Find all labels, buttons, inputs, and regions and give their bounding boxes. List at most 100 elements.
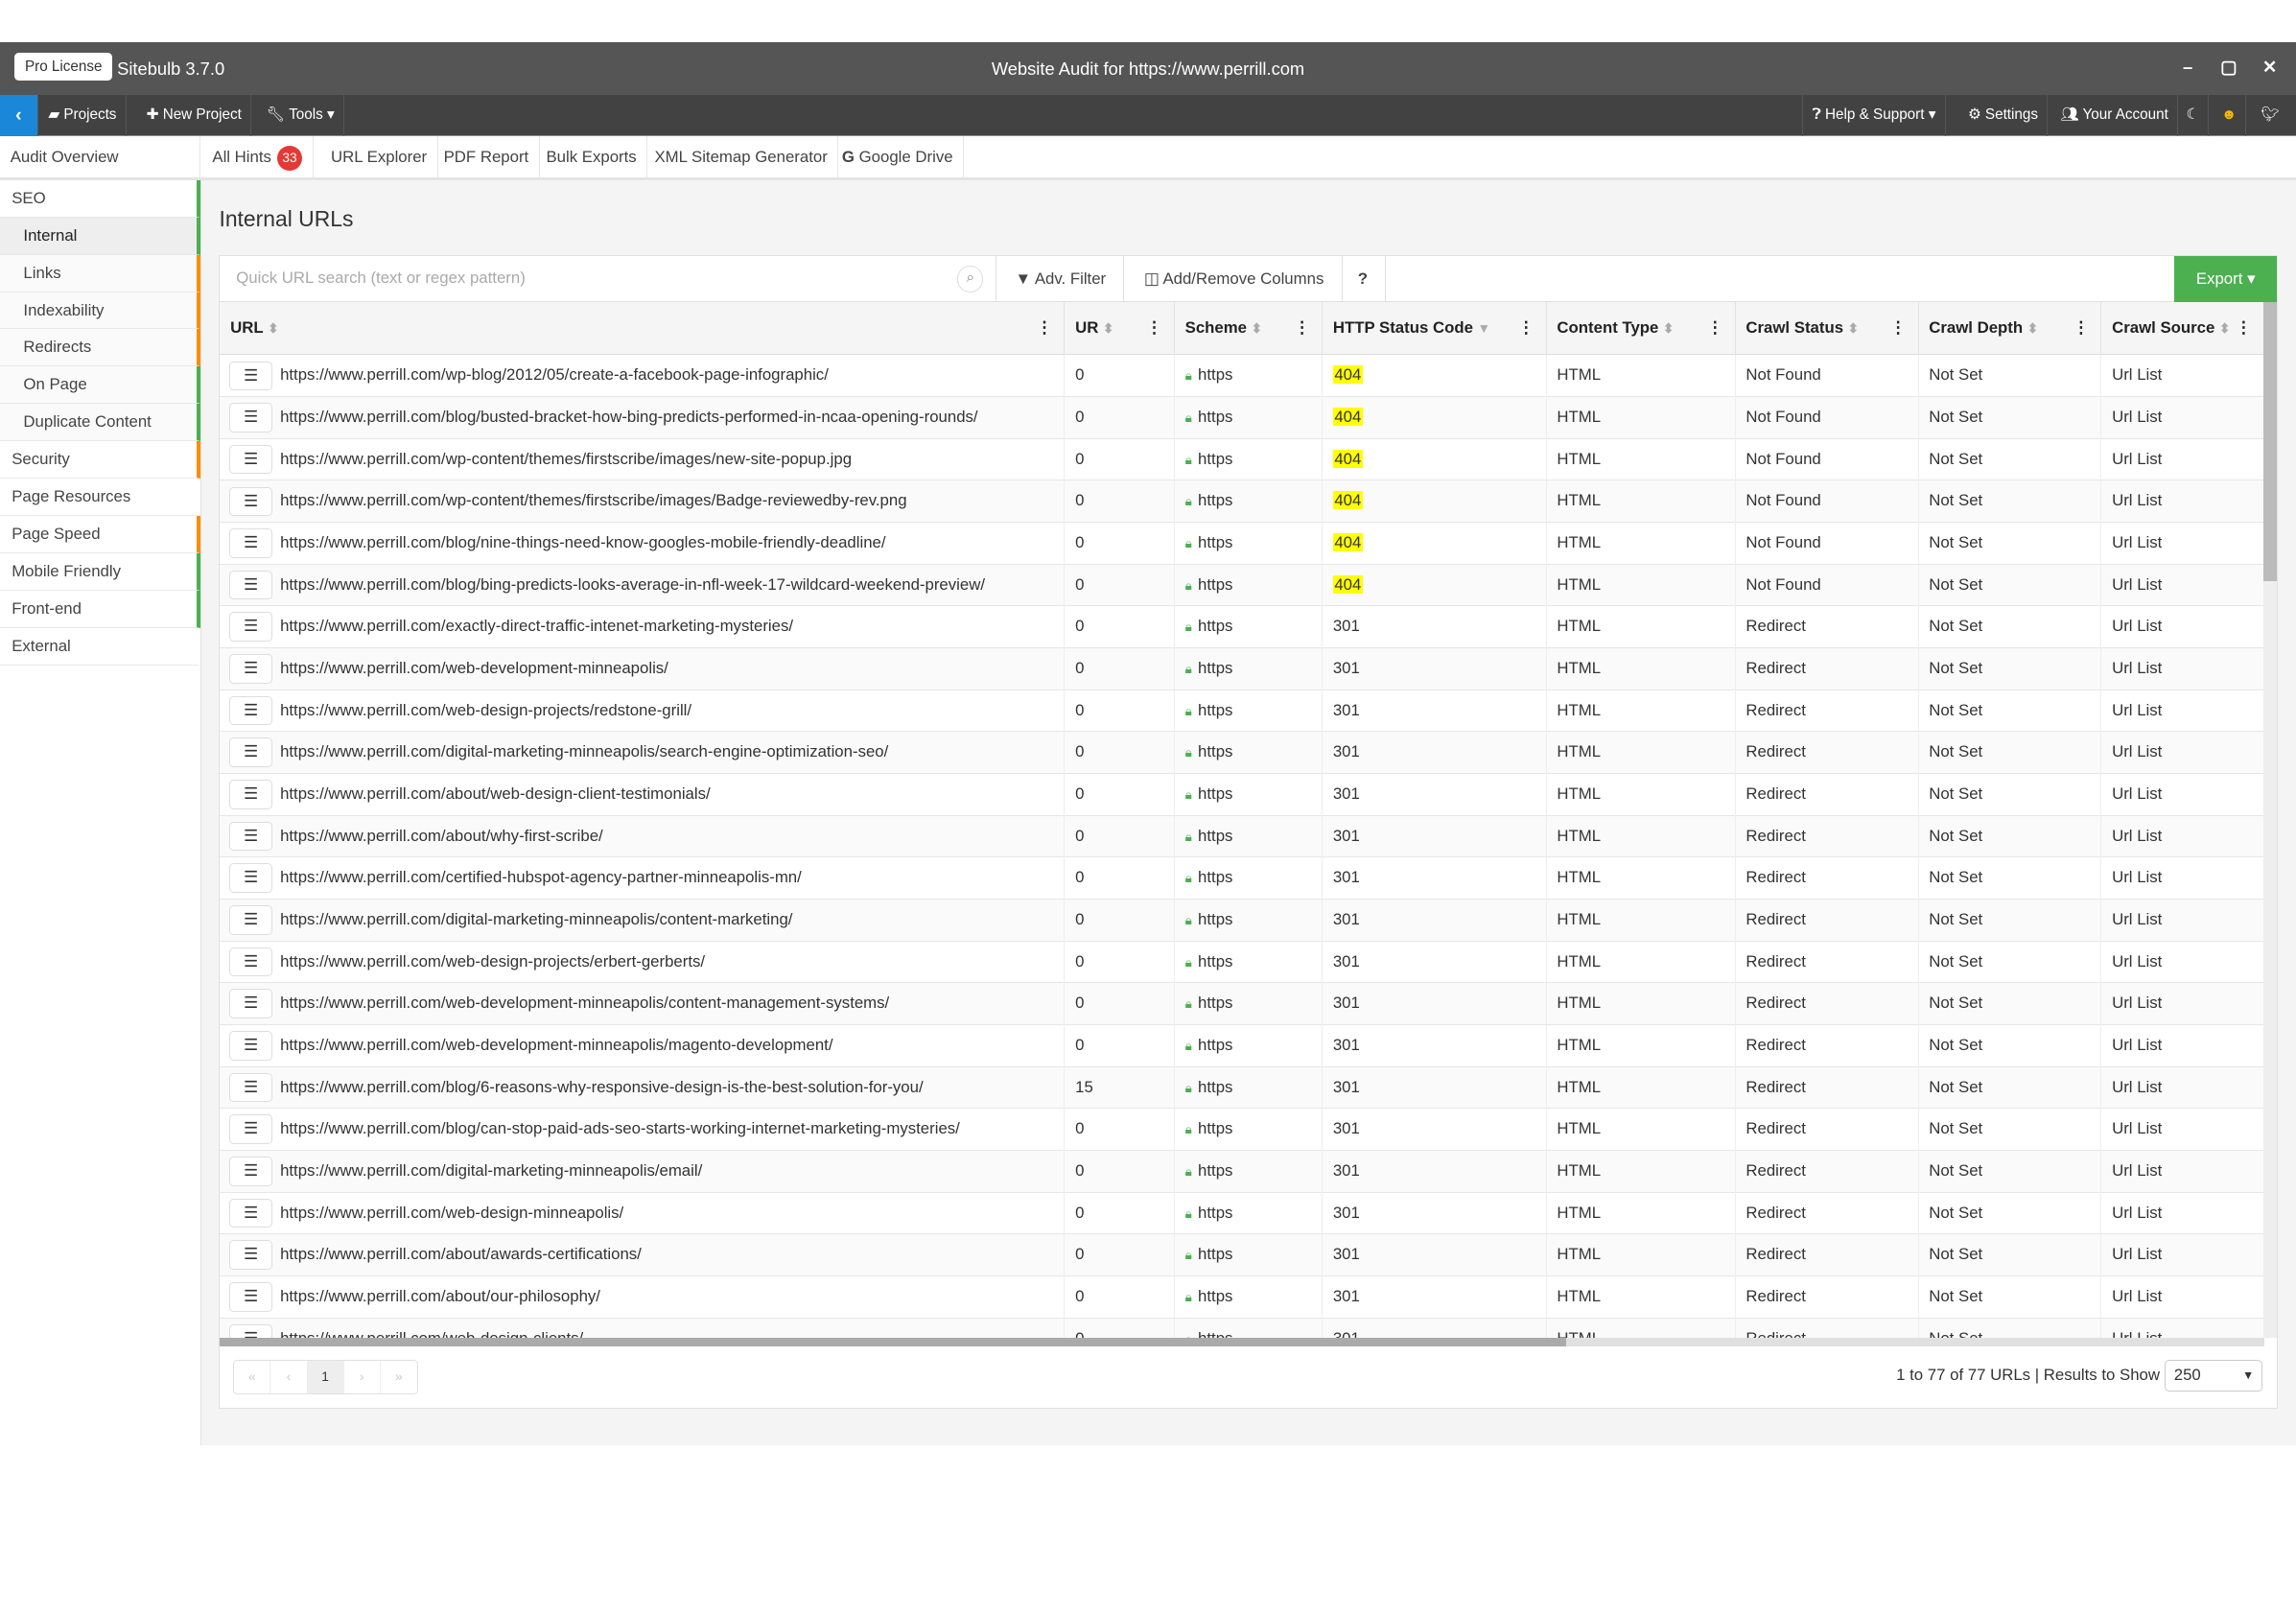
twitter-icon[interactable]: 🐦︎ bbox=[2252, 95, 2288, 136]
url-link[interactable]: https://www.perrill.com/blog/bing-predic… bbox=[280, 575, 985, 594]
column-header-http-status-code[interactable]: HTTP Status Code ▼ ⋮ bbox=[1323, 302, 1547, 356]
table-row[interactable]: ☰ https://www.perrill.com/blog/bing-predi… bbox=[220, 564, 2264, 607]
url-link[interactable]: https://www.perrill.com/about/awards-cer… bbox=[280, 1245, 642, 1263]
tab-xml-sitemap[interactable]: XML Sitemap Generator bbox=[644, 135, 839, 179]
last-page-button[interactable]: » bbox=[381, 1361, 417, 1394]
sidebar-item-redirects[interactable]: Redirects bbox=[0, 329, 201, 367]
next-page-button[interactable]: › bbox=[344, 1360, 381, 1394]
column-header-crawl-source[interactable]: Crawl Source ⬍ ⋮ bbox=[2101, 302, 2264, 356]
column-header-scheme[interactable]: Scheme ⬍ ⋮ bbox=[1175, 302, 1324, 356]
table-row[interactable]: ☰ https://www.perrill.com/exactly-direct-… bbox=[220, 606, 2264, 649]
moon-icon[interactable]: ☾ bbox=[2177, 95, 2210, 136]
minimize-icon[interactable]: – bbox=[2173, 50, 2203, 85]
vertical-scroll-thumb[interactable] bbox=[2263, 302, 2278, 581]
url-link[interactable]: https://www.perrill.com/certified-hubspo… bbox=[280, 868, 802, 886]
table-row[interactable]: ☰ https://www.perrill.com/web-development… bbox=[220, 1024, 2264, 1067]
table-row[interactable]: ☰ https://www.perrill.com/blog/nine-thing… bbox=[220, 523, 2264, 565]
row-menu-icon[interactable]: ☰ bbox=[228, 821, 273, 852]
sidebar-item-links[interactable]: Links bbox=[0, 254, 201, 292]
column-header-ur[interactable]: UR ⬍ ⋮ bbox=[1065, 302, 1175, 356]
url-cell[interactable]: ☰ https://www.perrill.com/blog/can-stop-p… bbox=[220, 1109, 1066, 1151]
maximize-icon[interactable]: ▢ bbox=[2214, 50, 2244, 85]
url-link[interactable]: https://www.perrill.com/about/web-design… bbox=[280, 784, 711, 803]
table-row[interactable]: ☰ https://www.perrill.com/blog/6-reasons-… bbox=[220, 1066, 2264, 1110]
column-header-url[interactable]: URL ⬍ ⋮ bbox=[220, 302, 1066, 356]
export-button[interactable]: Export ▾ bbox=[2174, 255, 2278, 303]
url-link[interactable]: https://www.perrill.com/blog/nine-things… bbox=[280, 533, 885, 551]
url-link[interactable]: https://www.perrill.com/web-design-proje… bbox=[280, 952, 705, 971]
page-1-button[interactable]: 1 bbox=[307, 1360, 344, 1394]
row-menu-icon[interactable]: ☰ bbox=[228, 570, 273, 600]
tab-google-drive[interactable]: G Google Drive bbox=[832, 135, 965, 179]
table-row[interactable]: ☰ https://www.perrill.com/digital-marketi… bbox=[220, 1150, 2264, 1193]
column-menu-icon[interactable]: ⋮ bbox=[2236, 302, 2252, 355]
url-cell[interactable]: ☰ https://www.perrill.com/web-design-minn… bbox=[220, 1192, 1066, 1235]
sort-icon[interactable]: ⬍ bbox=[1103, 321, 1114, 336]
adv-filter-button[interactable]: ▼ Adv. Filter bbox=[997, 255, 1125, 303]
tab-all-hints[interactable]: All Hints 33 bbox=[202, 135, 314, 179]
column-menu-icon[interactable]: ⋮ bbox=[1294, 302, 1310, 355]
tab-url-explorer[interactable]: URL Explorer bbox=[320, 135, 438, 179]
sidebar-item-indexability[interactable]: Indexability bbox=[0, 292, 201, 330]
url-cell[interactable]: ☰ https://www.perrill.com/exactly-direct-… bbox=[220, 606, 1066, 649]
table-row[interactable]: ☰ https://www.perrill.com/web-development… bbox=[220, 648, 2264, 690]
table-row[interactable]: ☰ https://www.perrill.com/about/web-desig… bbox=[220, 774, 2264, 816]
url-cell[interactable]: ☰ https://www.perrill.com/digital-marketi… bbox=[220, 899, 1066, 942]
row-menu-icon[interactable]: ☰ bbox=[228, 905, 273, 935]
row-menu-icon[interactable]: ☰ bbox=[228, 654, 273, 684]
row-menu-icon[interactable]: ☰ bbox=[228, 612, 273, 643]
url-cell[interactable]: ☰ https://www.perrill.com/about/our-philo… bbox=[220, 1275, 1066, 1319]
row-menu-icon[interactable]: ☰ bbox=[228, 695, 273, 726]
table-row[interactable]: ☰ https://www.perrill.com/wp-content/them… bbox=[220, 480, 2264, 524]
results-per-page-select[interactable]: 250 ▼ bbox=[2164, 1359, 2262, 1392]
row-menu-icon[interactable]: ☰ bbox=[228, 737, 273, 767]
url-cell[interactable]: ☰ https://www.perrill.com/blog/busted-bra… bbox=[220, 397, 1066, 439]
url-cell[interactable]: ☰ https://www.perrill.com/about/web-desig… bbox=[220, 774, 1066, 816]
close-icon[interactable]: ✕ bbox=[2255, 50, 2284, 85]
url-cell[interactable]: ☰ https://www.perrill.com/blog/bing-predi… bbox=[220, 564, 1066, 607]
url-cell[interactable]: ☰ https://www.perrill.com/certified-hubsp… bbox=[220, 857, 1066, 900]
column-menu-icon[interactable]: ⋮ bbox=[1146, 302, 1162, 355]
columns-button[interactable]: ◫ Add/Remove Columns bbox=[1127, 255, 1343, 303]
column-menu-icon[interactable]: ⋮ bbox=[2073, 302, 2089, 355]
row-menu-icon[interactable]: ☰ bbox=[228, 486, 273, 517]
table-row[interactable]: ☰ https://www.perrill.com/web-development… bbox=[220, 983, 2264, 1025]
sort-icon[interactable]: ⬍ bbox=[1252, 321, 1263, 336]
table-row[interactable]: ☰ https://www.perrill.com/web-design-clie… bbox=[220, 1318, 2264, 1338]
sort-icon[interactable]: ⬍ bbox=[1848, 321, 1860, 336]
url-link[interactable]: https://www.perrill.com/exactly-direct-t… bbox=[280, 617, 793, 635]
url-link[interactable]: https://www.perrill.com/web-design-clien… bbox=[280, 1329, 583, 1338]
row-menu-icon[interactable]: ☰ bbox=[228, 528, 273, 558]
sidebar-item-duplicate-content[interactable]: Duplicate Content bbox=[0, 404, 201, 442]
first-page-button[interactable]: « bbox=[234, 1360, 271, 1394]
url-link[interactable]: https://www.perrill.com/about/why-first-… bbox=[280, 827, 603, 845]
table-row[interactable]: ☰ https://www.perrill.com/blog/busted-bra… bbox=[220, 397, 2264, 439]
url-cell[interactable]: ☰ https://www.perrill.com/web-design-proj… bbox=[220, 690, 1066, 733]
tools-button[interactable]: 🔧︎ Tools ▾ bbox=[258, 95, 344, 136]
table-row[interactable]: ☰ https://www.perrill.com/about/awards-ce… bbox=[220, 1234, 2264, 1276]
url-cell[interactable]: ☰ https://www.perrill.com/about/awards-ce… bbox=[220, 1234, 1066, 1276]
url-cell[interactable]: ☰ https://www.perrill.com/web-development… bbox=[220, 983, 1066, 1025]
url-link[interactable]: https://www.perrill.com/web-development-… bbox=[280, 994, 889, 1012]
sidebar-item-front-end[interactable]: Front-end bbox=[0, 590, 201, 628]
url-link[interactable]: https://www.perrill.com/web-development-… bbox=[280, 1036, 832, 1054]
projects-button[interactable]: ▰ Projects bbox=[39, 95, 127, 136]
row-menu-icon[interactable]: ☰ bbox=[228, 1323, 273, 1338]
row-menu-icon[interactable]: ☰ bbox=[228, 1157, 273, 1186]
column-menu-icon[interactable]: ⋮ bbox=[1707, 302, 1723, 355]
table-row[interactable]: ☰ https://www.perrill.com/about/why-first… bbox=[220, 815, 2264, 858]
row-menu-icon[interactable]: ☰ bbox=[228, 403, 273, 433]
table-row[interactable]: ☰ https://www.perrill.com/certified-hubsp… bbox=[220, 857, 2264, 900]
url-cell[interactable]: ☰ https://www.perrill.com/wp-content/them… bbox=[220, 480, 1066, 524]
account-button[interactable]: 👥︎ Your Account bbox=[2051, 95, 2178, 136]
row-menu-icon[interactable]: ☰ bbox=[228, 361, 273, 391]
prev-page-button[interactable]: ‹ bbox=[270, 1360, 308, 1394]
url-link[interactable]: https://www.perrill.com/web-design-minne… bbox=[280, 1204, 623, 1222]
row-menu-icon[interactable]: ☰ bbox=[228, 1072, 273, 1103]
search-input[interactable]: Quick URL search (text or regex pattern)… bbox=[220, 255, 996, 303]
row-menu-icon[interactable]: ☰ bbox=[228, 1114, 273, 1144]
url-cell[interactable]: ☰ https://www.perrill.com/wp-content/them… bbox=[220, 438, 1066, 481]
help-support-button[interactable]: ❓︎ Help & Support ▾ bbox=[1802, 95, 1946, 136]
url-link[interactable]: https://www.perrill.com/blog/can-stop-pa… bbox=[280, 1119, 960, 1137]
url-link[interactable]: https://www.perrill.com/wp-blog/2012/05/… bbox=[280, 365, 829, 384]
